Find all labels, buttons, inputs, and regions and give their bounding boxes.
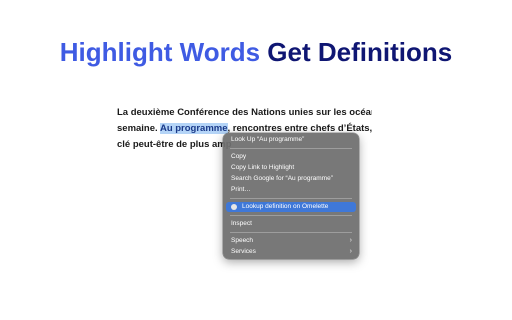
menu-item-copy-link[interactable]: Copy Link to Highlight [226,163,356,173]
menu-separator [230,215,352,216]
menu-item-print-label: Print… [231,186,251,193]
menu-item-omelette[interactable]: Lookup definition on Omelette [226,202,356,212]
menu-item-speech-label: Speech [231,237,254,244]
menu-item-services[interactable]: Services › [226,247,356,257]
omelette-icon [231,204,237,210]
headline-highlight-words: Highlight Words [59,37,261,67]
article-line-3: clé peut-être de plus amp [117,139,232,150]
menu-item-copy-link-label: Copy Link to Highlight [231,164,295,171]
headline-get-definitions: Get Definitions [267,37,453,67]
menu-separator [230,198,352,199]
menu-item-look-up[interactable]: Look Up “Au programme” [226,135,356,145]
menu-separator [230,232,352,233]
menu-item-search-google-label: Search Google for “Au programme” [231,175,333,182]
article-line-2-start: semaine. [117,123,160,134]
menu-item-inspect-label: Inspect [231,220,252,227]
selected-text[interactable]: Au programme [159,123,228,134]
chevron-right-icon: › [349,237,352,244]
menu-separator [230,148,352,149]
article-line-1: La deuxième Conférence des Nations unies… [117,107,372,118]
menu-item-copy-label: Copy [231,153,247,160]
menu-item-inspect[interactable]: Inspect [226,219,356,229]
menu-item-omelette-label: Lookup definition on Omelette [242,203,329,210]
menu-item-search-google[interactable]: Search Google for “Au programme” [226,174,356,184]
menu-item-print[interactable]: Print… [226,185,356,195]
menu-item-look-up-label: Look Up “Au programme” [231,136,305,143]
context-menu: Look Up “Au programme” Copy Copy Link to… [223,133,359,259]
page-headline: Highlight Words Get Definitions [0,36,512,68]
menu-item-services-label: Services [231,248,256,255]
menu-item-copy[interactable]: Copy [226,152,356,162]
chevron-right-icon: › [349,248,352,255]
menu-item-speech[interactable]: Speech › [226,236,356,246]
